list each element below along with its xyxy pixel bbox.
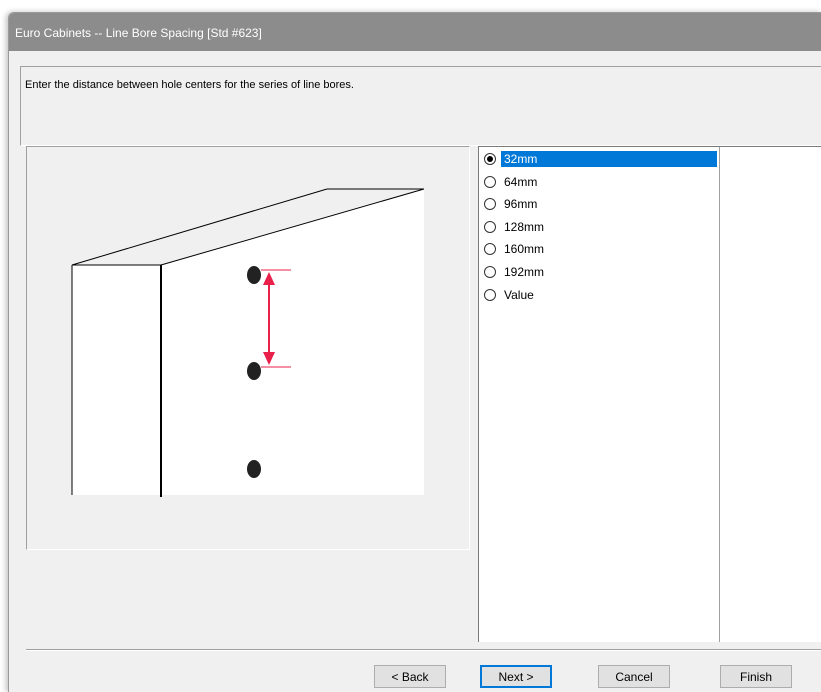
instruction-text: Enter the distance between hole centers … — [25, 79, 354, 91]
option-128mm[interactable]: 128mm — [479, 217, 719, 239]
option-label: Value — [504, 288, 534, 302]
option-96mm[interactable]: 96mm — [479, 194, 719, 216]
option-label: 64mm — [504, 175, 538, 189]
radio-button[interactable] — [484, 221, 496, 233]
option-label: 160mm — [504, 242, 545, 256]
title-bar[interactable]: Euro Cabinets -- Line Bore Spacing [Std … — [9, 13, 821, 51]
cancel-button[interactable]: Cancel — [598, 665, 670, 688]
radio-button[interactable] — [484, 266, 496, 278]
line-bore-illustration — [28, 148, 468, 548]
wizard-window: Euro Cabinets -- Line Bore Spacing [Std … — [8, 12, 821, 692]
bore-hole-2 — [247, 362, 261, 380]
option-192mm[interactable]: 192mm — [479, 262, 719, 284]
option-label: 192mm — [504, 265, 545, 279]
option-label: 128mm — [504, 220, 545, 234]
next-button[interactable]: Next > — [480, 665, 552, 688]
back-button[interactable]: < Back — [374, 665, 446, 688]
option-160mm[interactable]: 160mm — [479, 239, 719, 261]
option-64mm[interactable]: 64mm — [479, 172, 719, 194]
bore-hole-1 — [247, 266, 261, 284]
list-column-divider — [719, 147, 720, 642]
spacing-options-list: 32mm 64mm 96mm 128mm 160mm 192mm Value — [478, 146, 821, 642]
instruction-panel: Enter the distance between hole centers … — [20, 66, 821, 146]
radio-button[interactable] — [484, 289, 496, 301]
option-label: 32mm — [501, 151, 717, 167]
bore-hole-3 — [247, 460, 261, 478]
radio-button-selected[interactable] — [484, 153, 496, 165]
footer-separator — [26, 649, 821, 651]
option-label: 96mm — [504, 197, 538, 211]
window-title: Euro Cabinets -- Line Bore Spacing [Std … — [15, 26, 262, 40]
option-value[interactable]: Value — [479, 285, 719, 307]
radio-button[interactable] — [484, 243, 496, 255]
option-32mm[interactable]: 32mm — [479, 149, 719, 171]
radio-button[interactable] — [484, 176, 496, 188]
radio-button[interactable] — [484, 198, 496, 210]
illustration-frame — [26, 146, 470, 550]
finish-button[interactable]: Finish — [720, 665, 792, 688]
